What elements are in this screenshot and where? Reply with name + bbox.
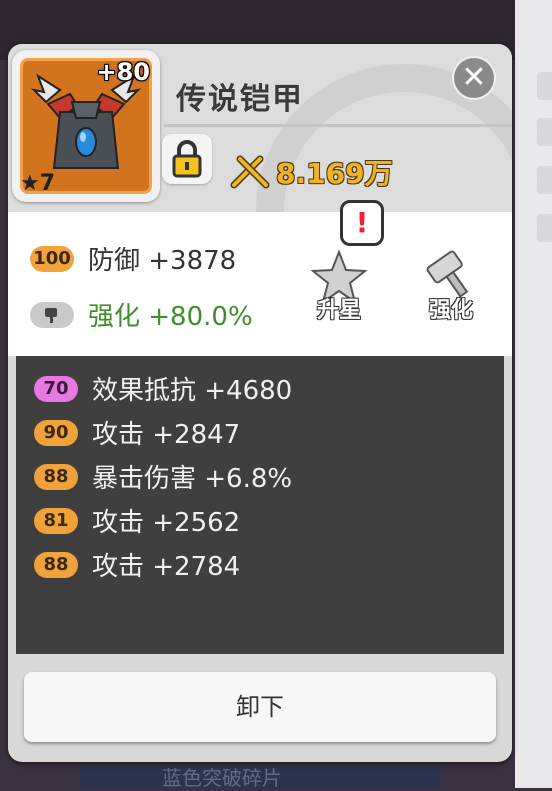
main-stat-defense: 100 防御 +3878 xyxy=(30,240,236,277)
side-tab xyxy=(537,166,552,194)
item-icon-frame[interactable]: +80 ★7 xyxy=(12,50,160,202)
background-item-strip: 蓝色突破碎片 xyxy=(80,766,440,790)
main-stat-enhance: 强化 +80.0% xyxy=(30,296,253,333)
sub-stats-area: 70 效果抵抗 +4680 90 攻击 +2847 88 暴击伤害 +6.8% … xyxy=(16,356,504,654)
sub-stat-row: 81 攻击 +2562 xyxy=(34,502,240,539)
background-side-panel xyxy=(515,0,552,788)
sub-stat-row: 88 攻击 +2784 xyxy=(34,546,240,583)
alert-indicator: ! xyxy=(340,200,384,246)
enhance-button[interactable]: 强化 xyxy=(416,246,486,324)
lock-button[interactable] xyxy=(162,134,212,184)
stat-text: 强化 +80.0% xyxy=(88,302,253,332)
stat-text: 攻击 +2784 xyxy=(92,552,241,582)
stat-level-badge: 70 xyxy=(34,375,78,402)
armor-icon xyxy=(30,73,142,169)
side-tab xyxy=(537,118,552,146)
stat-level-badge: 90 xyxy=(34,419,78,446)
unequip-label: 卸下 xyxy=(236,693,284,721)
background-item-text: 蓝色突破碎片 xyxy=(162,766,282,790)
hammer-icon xyxy=(30,301,74,328)
title-divider xyxy=(164,124,512,127)
exclamation-icon: ! xyxy=(355,206,369,239)
main-stats-area: 100 防御 +3878 强化 +80.0% 升星 强化 xyxy=(8,212,512,356)
item-name: 传说铠甲 xyxy=(176,82,304,117)
combat-power: 8.169万 xyxy=(230,152,393,192)
close-button[interactable]: ✕ xyxy=(454,58,494,98)
stat-level-badge: 88 xyxy=(34,463,78,490)
crossed-swords-icon xyxy=(230,155,270,189)
stat-text: 攻击 +2847 xyxy=(92,420,241,450)
stat-level-badge: 88 xyxy=(34,551,78,578)
lock-icon xyxy=(172,140,202,178)
unequip-button[interactable]: 卸下 xyxy=(24,672,496,742)
star-up-button[interactable]: 升星 xyxy=(304,248,374,324)
stat-text: 效果抵抗 +4680 xyxy=(92,376,293,406)
stat-text: 防御 +3878 xyxy=(88,246,237,276)
stat-text: 攻击 +2562 xyxy=(92,508,241,538)
sub-stat-row: 88 暴击伤害 +6.8% xyxy=(34,458,292,495)
combat-power-value: 8.169万 xyxy=(276,157,393,190)
equipment-detail-popup: +80 ★7 传说铠甲 ✕ 8.169万 100 防御 +3878 强化 +80… xyxy=(8,44,512,762)
side-tab xyxy=(537,72,552,100)
star-count-label: ★7 xyxy=(20,171,56,196)
stat-level-badge: 100 xyxy=(30,245,74,272)
stat-text: 暴击伤害 +6.8% xyxy=(92,464,293,494)
stat-level-badge: 81 xyxy=(34,507,78,534)
sub-stat-row: 70 效果抵抗 +4680 xyxy=(34,370,292,407)
side-tab xyxy=(537,214,552,242)
close-icon: ✕ xyxy=(461,60,487,95)
enhance-level-label: +80 xyxy=(96,58,150,86)
sub-stat-row: 90 攻击 +2847 xyxy=(34,414,240,451)
